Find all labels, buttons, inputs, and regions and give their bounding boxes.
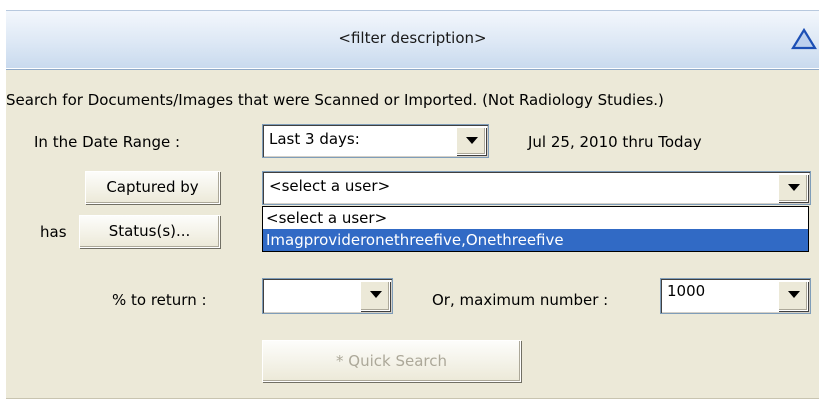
collapse-triangle-icon[interactable] [791,27,817,51]
max-number-label: Or, maximum number : [432,291,609,309]
percent-return-label: % to return : [112,291,207,309]
chevron-down-icon[interactable] [360,281,390,311]
chevron-down-icon[interactable] [456,127,486,155]
dropdown-option-highlighted[interactable]: Imagprovideronethreefive,Onethreefive [263,229,808,251]
user-select-value: <select a user> [269,177,391,195]
status-prefix: has [40,223,67,241]
search-description: Search for Documents/Images that were Sc… [6,91,664,109]
date-range-label: In the Date Range : [34,133,181,151]
user-select[interactable]: <select a user> [262,171,811,205]
status-button[interactable]: Status(s)... [79,215,220,248]
date-range-select[interactable]: Last 3 days: [262,124,489,158]
max-number-value: 1000 [667,282,706,300]
max-number-select[interactable]: 1000 [660,278,811,314]
percent-return-select[interactable] [262,278,393,314]
filter-body: Search for Documents/Images that were Sc… [6,69,819,399]
quick-search-button[interactable]: * Quick Search [262,340,521,382]
date-range-value: Last 3 days: [269,130,360,148]
chevron-down-icon[interactable] [778,281,808,311]
dropdown-option[interactable]: <select a user> [263,207,808,229]
captured-by-button[interactable]: Captured by [85,171,220,204]
date-range-text: Jul 25, 2010 thru Today [528,133,702,151]
filter-description-title: <filter description> [338,29,487,47]
user-dropdown-list[interactable]: <select a user> Imagprovideronethreefive… [262,206,809,252]
filter-panel: <filter description> Search for Document… [0,0,819,401]
chevron-down-icon[interactable] [778,174,808,202]
filter-header[interactable]: <filter description> [6,10,819,68]
